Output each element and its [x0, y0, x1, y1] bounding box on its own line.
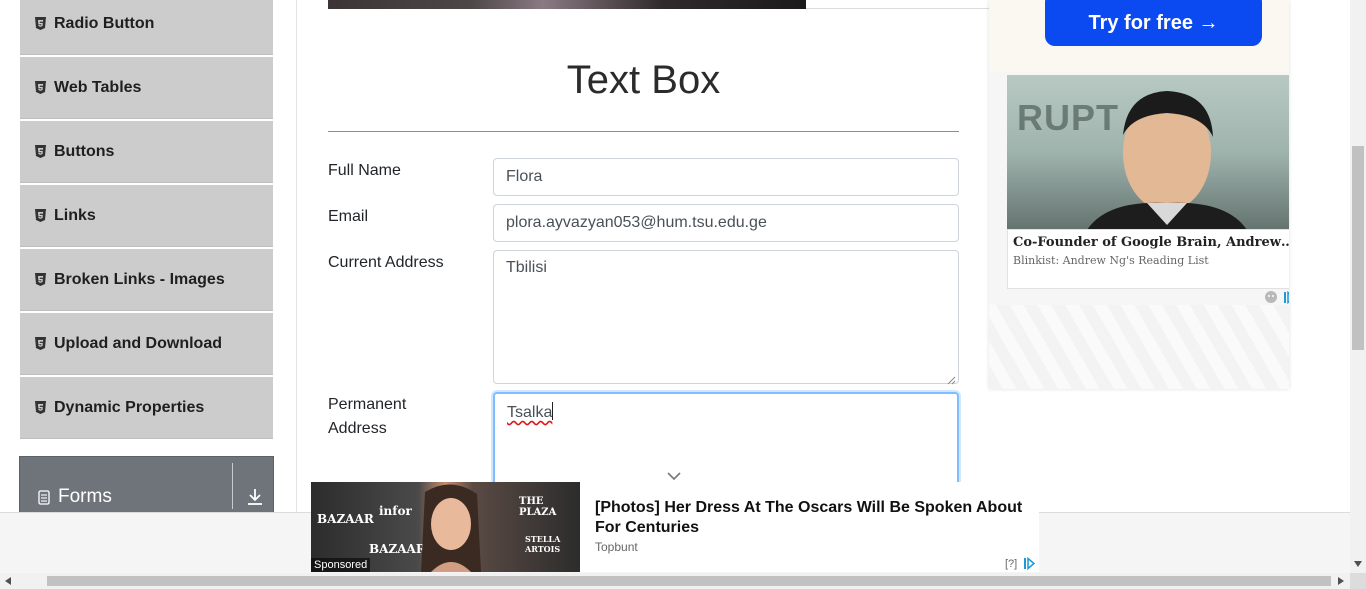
sidebar-item-label: Buttons — [54, 142, 115, 160]
sidebar-item-buttons[interactable]: Buttons — [20, 121, 273, 183]
sidebar-item-label: Radio Button — [54, 14, 155, 32]
email-input[interactable]: plora.ayvazyan053@hum.tsu.edu.ge — [493, 204, 959, 242]
document-icon — [38, 489, 50, 505]
ad-source: Topbunt — [595, 540, 638, 554]
ad-card[interactable]: Co-Founder of Google Brain, Andrew Ng, R… — [1007, 229, 1289, 289]
ad-bottom-image: BAZAAR infor THE PLAZA BAZAAR STELLA ART… — [311, 482, 580, 572]
scroll-left-arrow-icon[interactable] — [5, 577, 11, 585]
forms-group-label: Forms — [58, 486, 112, 507]
ad-info-link[interactable]: [?] — [1005, 558, 1017, 570]
html5-icon — [34, 337, 46, 351]
html5-icon — [34, 17, 46, 31]
ad-brand-text: infor — [379, 504, 412, 518]
html5-icon — [34, 81, 46, 95]
forms-group-header: Forms — [38, 486, 112, 508]
permanent-address-label: Permanent Address — [328, 396, 407, 437]
adchoices[interactable]: [?] — [1005, 557, 1036, 570]
permanent-address-value: Tsalka — [507, 404, 553, 421]
sidebar-item-label: Web Tables — [54, 78, 142, 96]
banner-image — [328, 0, 806, 9]
horizontal-scrollbar[interactable] — [0, 573, 1350, 589]
ad-brand-text: BAZAAR — [317, 512, 374, 526]
try-for-free-button[interactable]: Try for free → — [1045, 0, 1262, 46]
current-address-value: Tbilisi — [506, 259, 547, 276]
sidebar-item-dynamic-properties[interactable]: Dynamic Properties — [20, 377, 273, 439]
sidebar-item-web-tables[interactable]: Web Tables — [20, 57, 273, 119]
sidebar: Radio Button Web Tables Buttons Links Br… — [0, 0, 297, 516]
horizontal-scroll-thumb[interactable] — [47, 576, 1331, 586]
html5-icon — [34, 209, 46, 223]
sidebar-item-label: Broken Links - Images — [54, 270, 225, 288]
divider — [232, 463, 233, 509]
ad-brand-text: STELLA ARTOIS — [525, 534, 561, 554]
email-label: Email — [328, 208, 369, 225]
ad-photo: RUPT — [1007, 75, 1289, 230]
vertical-scroll-thumb[interactable] — [1352, 146, 1364, 350]
ad-card-title[interactable]: Co-Founder of Google Brain, Andrew Ng, R… — [1013, 233, 1289, 252]
html5-icon — [34, 273, 46, 287]
email-value: plora.ayvazyan053@hum.tsu.edu.ge — [506, 214, 767, 231]
scroll-right-arrow-icon[interactable] — [1338, 577, 1344, 585]
sidebar-item-upload-download[interactable]: Upload and Download — [20, 313, 273, 375]
vertical-scrollbar[interactable] — [1350, 0, 1366, 573]
html5-icon — [34, 145, 46, 159]
sidebar-item-broken-links[interactable]: Broken Links - Images — [20, 249, 273, 311]
person-illustration — [1087, 91, 1247, 230]
adchoices[interactable] — [1264, 290, 1289, 304]
chevron-down-icon[interactable] — [666, 468, 682, 481]
adchoices-icon[interactable] — [1023, 557, 1036, 570]
sidebar-item-label: Dynamic Properties — [54, 398, 205, 416]
current-address-label: Current Address — [328, 254, 444, 271]
sidebar-group-forms[interactable]: Forms — [19, 456, 274, 516]
scrollbar-corner — [1350, 573, 1366, 589]
scroll-down-arrow-icon[interactable] — [1354, 561, 1362, 567]
sidebar-item-label: Upload and Download — [54, 334, 222, 352]
adchoices-icon[interactable] — [1283, 290, 1289, 304]
advertisement-bottom[interactable]: BAZAAR infor THE PLAZA BAZAAR STELLA ART… — [311, 482, 1039, 572]
ad-headline[interactable]: [Photos] Her Dress At The Oscars Will Be… — [595, 498, 1035, 538]
download-toggle-icon[interactable] — [246, 487, 264, 507]
full-name-label: Full Name — [328, 162, 401, 179]
page: Radio Button Web Tables Buttons Links Br… — [0, 0, 1366, 589]
sponsored-label: Sponsored — [311, 558, 371, 572]
current-address-textarea[interactable]: Tbilisi — [493, 250, 959, 385]
sidebar-item-links[interactable]: Links — [20, 185, 273, 247]
html5-icon — [34, 401, 46, 415]
page-title: Text Box — [566, 58, 721, 102]
ad-background-pattern — [989, 305, 1289, 389]
ad-card-source: Blinkist: Andrew Ng's Reading List — [1013, 254, 1209, 267]
person-illustration — [421, 484, 481, 572]
full-name-input[interactable]: Flora — [493, 158, 959, 196]
text-cursor — [552, 402, 554, 420]
divider — [328, 131, 959, 132]
sidebar-item-label: Links — [54, 206, 96, 224]
divider — [806, 8, 990, 9]
sidebar-item-radio-button[interactable]: Radio Button — [20, 0, 273, 55]
ad-banner-top: Try for free → — [989, 0, 1289, 72]
ad-feedback-icon[interactable] — [1264, 290, 1278, 304]
advertisement-sidebar[interactable]: Try for free → RUPT Co-Founder of Google… — [989, 0, 1289, 389]
full-name-value: Flora — [506, 168, 543, 185]
ad-brand-text: THE PLAZA — [519, 496, 557, 518]
resize-handle-icon[interactable] — [947, 372, 956, 385]
